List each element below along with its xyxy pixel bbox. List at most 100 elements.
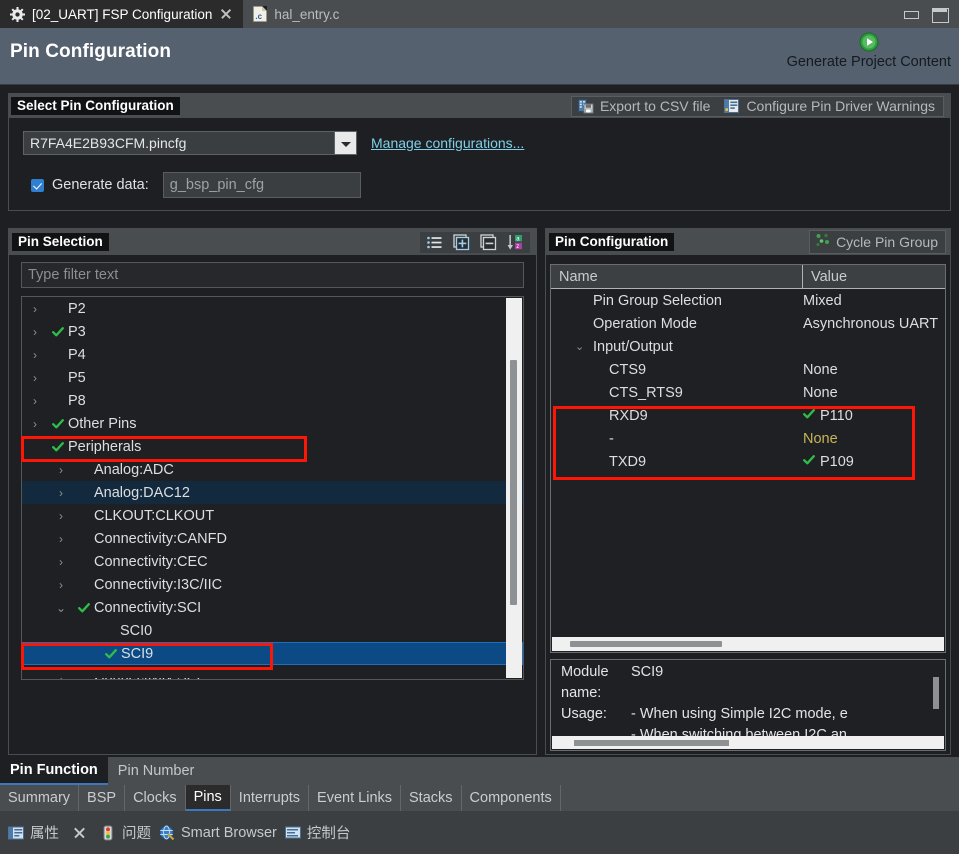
pin-configuration-table[interactable]: Name Value Pin Group SelectionMixedOpera…	[550, 264, 946, 653]
editor-tab-hal-entry-c[interactable]: hal_entry.c	[243, 0, 349, 28]
pincfg-combo[interactable]: R7FA4E2B93CFM.pincfg	[23, 131, 335, 155]
export-to-csv-button[interactable]: Export to CSV file	[572, 97, 719, 116]
chevron-down-icon[interactable]	[335, 131, 357, 155]
tree-item-p2[interactable]: ›P2	[22, 297, 523, 320]
bottom-view-browser[interactable]: Smart Browser	[159, 825, 277, 841]
chevron-right-icon[interactable]: ›	[22, 348, 48, 362]
chevron-right-icon[interactable]: ›	[22, 302, 48, 316]
maximize-button[interactable]	[932, 8, 947, 21]
tree-item-analog-adc[interactable]: ›Analog:ADC	[22, 458, 523, 481]
page-tab-clocks[interactable]: Clocks	[125, 785, 186, 811]
editor-tab-fsp-configuration[interactable]: [02_UART] FSP Configuration	[0, 0, 243, 28]
generate-project-content-button[interactable]: Generate Project Content	[787, 32, 951, 70]
cell-value[interactable]: Asynchronous UART	[803, 316, 945, 332]
cycle-pin-group-label: Cycle Pin Group	[836, 234, 938, 250]
cell-value[interactable]: P110	[803, 408, 945, 424]
chevron-right-icon[interactable]: ›	[48, 555, 74, 569]
tree-item-analog-dac12[interactable]: ›Analog:DAC12	[22, 481, 523, 504]
manage-configurations-link[interactable]: Manage configurations...	[371, 135, 524, 151]
tree-horizontal-scrollbar[interactable]	[23, 668, 506, 678]
table-row[interactable]: Pin Group SelectionMixed	[551, 289, 945, 312]
tree-item-connectivity-i3c-iic[interactable]: ›Connectivity:I3C/IIC	[22, 573, 523, 596]
configure-pin-driver-warnings-button[interactable]: Configure Pin Driver Warnings	[718, 97, 943, 116]
page-tab-label: BSP	[87, 790, 116, 806]
filter-input[interactable]: Type filter text	[21, 262, 524, 288]
detail-vertical-scrollbar[interactable]	[929, 661, 944, 735]
cell-value[interactable]: None	[803, 385, 945, 401]
pin-selection-toolbar: a z	[420, 232, 530, 253]
tree-item-p5[interactable]: ›P5	[22, 366, 523, 389]
close-icon[interactable]	[73, 826, 86, 839]
chevron-right-icon[interactable]: ›	[48, 463, 74, 477]
tree-item-connectivity-sci[interactable]: ⌄ Connectivity:SCI	[22, 596, 523, 619]
table-row[interactable]: -None	[551, 427, 945, 450]
detail-scroll-thumb[interactable]	[933, 677, 939, 709]
cycle-pin-group-button[interactable]: Cycle Pin Group	[809, 230, 946, 254]
column-header-value[interactable]: Value	[803, 265, 945, 288]
table-row[interactable]: CTS9None	[551, 358, 945, 381]
check-icon	[101, 646, 121, 662]
tree-item-sci0[interactable]: SCI0	[22, 619, 523, 642]
table-row[interactable]: RXD9P110	[551, 404, 945, 427]
view-tab-pin-function[interactable]: Pin Function	[0, 757, 108, 785]
column-header-name[interactable]: Name	[551, 265, 803, 288]
view-tab-bar: Pin FunctionPin Number	[0, 757, 959, 785]
bottom-view-properties[interactable]: 属性	[8, 822, 59, 843]
generate-data-checkbox[interactable]	[31, 179, 44, 192]
chevron-right-icon[interactable]: ›	[48, 578, 74, 592]
page-tab-stacks[interactable]: Stacks	[401, 785, 462, 811]
page-tab-components[interactable]: Components	[462, 785, 561, 811]
tree-item-peripherals[interactable]: Peripherals	[22, 435, 523, 458]
sort-icon[interactable]: a z	[507, 234, 524, 251]
chevron-right-icon[interactable]: ›	[22, 417, 48, 431]
bottom-view-problems[interactable]: 问题	[100, 822, 151, 843]
tree-item-label: Connectivity:SCI	[94, 600, 523, 616]
pin-configuration-title: Pin Configuration	[549, 233, 674, 251]
chevron-right-icon[interactable]: ›	[22, 394, 48, 408]
chevron-right-icon[interactable]: ›	[22, 371, 48, 385]
cell-value[interactable]: None	[803, 362, 945, 378]
table-scroll-thumb[interactable]	[570, 641, 722, 647]
table-row[interactable]: TXD9P109	[551, 450, 945, 473]
tree-item-other-pins[interactable]: ›Other Pins	[22, 412, 523, 435]
table-row[interactable]: ⌄Input/Output	[551, 335, 945, 358]
minimize-button[interactable]	[903, 8, 918, 21]
tree-item-connectivity-cec[interactable]: ›Connectivity:CEC	[22, 550, 523, 573]
tree-scroll-thumb[interactable]	[510, 360, 517, 605]
fsp-pin-configuration-window: [02_UART] FSP Configuration hal_entry.c …	[0, 0, 959, 854]
tree-item-p8[interactable]: ›P8	[22, 389, 523, 412]
generate-data-input[interactable]: g_bsp_pin_cfg	[163, 172, 361, 198]
tree-item-sci9[interactable]: SCI9	[22, 642, 523, 665]
pin-selection-tree[interactable]: ›P2›P3›P4›P5›P8›Other PinsPeripherals›An…	[21, 296, 524, 680]
page-tab-pins[interactable]: Pins	[186, 785, 231, 811]
bottom-view-console[interactable]: 控制台	[285, 822, 351, 843]
tree-item-p3[interactable]: ›P3	[22, 320, 523, 343]
close-icon[interactable]	[219, 7, 233, 21]
cell-value[interactable]: None	[803, 431, 945, 447]
tree-item-clkout-clkout[interactable]: ›CLKOUT:CLKOUT	[22, 504, 523, 527]
collapse-all-icon[interactable]	[480, 234, 497, 251]
table-row[interactable]: CTS_RTS9None	[551, 381, 945, 404]
chevron-down-icon[interactable]: ⌄	[48, 601, 74, 615]
detail-hscroll-thumb[interactable]	[574, 740, 729, 746]
page-tab-summary[interactable]: Summary	[0, 785, 79, 811]
cell-value[interactable]: Mixed	[803, 293, 945, 309]
table-row[interactable]: Operation ModeAsynchronous UART	[551, 312, 945, 335]
view-tab-pin-number[interactable]: Pin Number	[108, 757, 205, 785]
expand-all-icon[interactable]	[453, 234, 470, 251]
chevron-down-icon[interactable]: ⌄	[575, 340, 593, 353]
chevron-right-icon[interactable]: ›	[48, 532, 74, 546]
tree-item-connectivity-canfd[interactable]: ›Connectivity:CANFD	[22, 527, 523, 550]
tree-vertical-scrollbar[interactable]	[506, 298, 522, 678]
detail-horizontal-scrollbar[interactable]	[552, 736, 944, 749]
list-view-icon[interactable]	[426, 234, 443, 251]
page-tab-interrupts[interactable]: Interrupts	[231, 785, 309, 811]
table-horizontal-scrollbar[interactable]	[552, 637, 944, 651]
chevron-right-icon[interactable]: ›	[48, 486, 74, 500]
chevron-right-icon[interactable]: ›	[48, 509, 74, 523]
page-tab-event-links[interactable]: Event Links	[309, 785, 401, 811]
chevron-right-icon[interactable]: ›	[22, 325, 48, 339]
tree-item-p4[interactable]: ›P4	[22, 343, 523, 366]
cell-value[interactable]: P109	[803, 454, 945, 470]
page-tab-bsp[interactable]: BSP	[79, 785, 125, 811]
